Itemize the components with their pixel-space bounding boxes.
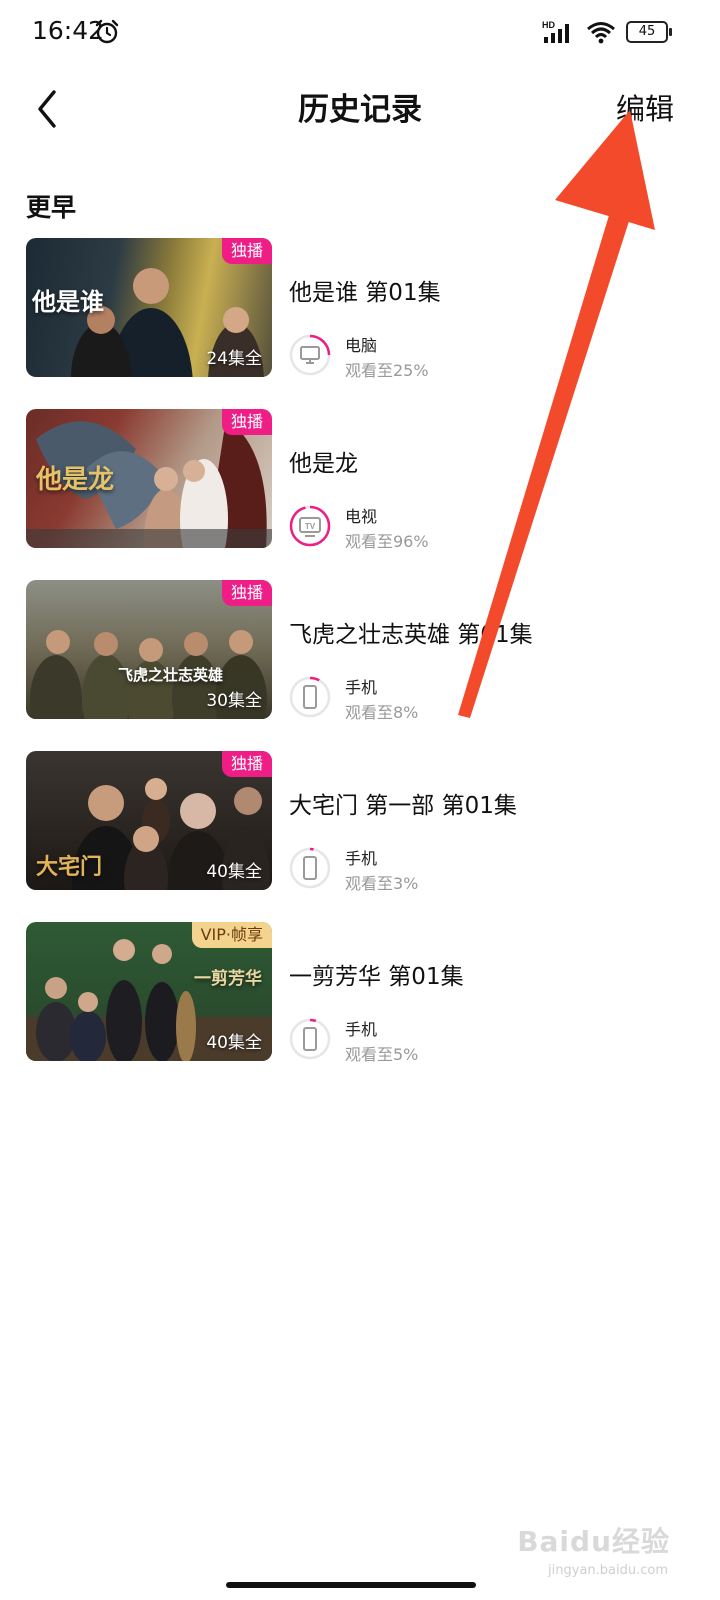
phone-icon (303, 856, 317, 880)
history-item[interactable]: 飞虎之壮志英雄 独播 30集全 飞虎之壮志英雄 第01集 手机 观看至8% (0, 580, 720, 751)
nav-bar: 历史记录 编辑 (0, 64, 720, 154)
history-item[interactable]: 大宅门 独播 40集全 大宅门 第一部 第01集 手机 观看至3% (0, 751, 720, 922)
home-indicator[interactable] (226, 1582, 476, 1588)
status-indicators: HD 45 (542, 18, 672, 46)
battery-indicator: 45 (626, 21, 672, 43)
device-label: 手机 (345, 1020, 378, 1039)
history-item[interactable]: 一剪芳华 VIP·帧享 40集全 一剪芳华 第01集 手机 观看至5% (0, 922, 720, 1093)
watch-progress-text: 观看至3% (345, 874, 419, 893)
poster-title-text: 他是龙 (36, 465, 115, 495)
episode-count: 40集全 (206, 862, 262, 882)
item-title[interactable]: 飞虎之壮志英雄 第01集 (289, 615, 533, 649)
watch-progress-text: 观看至5% (345, 1045, 419, 1064)
poster-thumbnail[interactable]: 一剪芳华 VIP·帧享 40集全 (26, 922, 272, 1061)
phone-icon (303, 685, 317, 709)
watch-progress-text: 观看至8% (345, 703, 419, 722)
watermark-url: jingyan.baidu.com (548, 1563, 668, 1578)
device-progress-ring (289, 676, 331, 718)
svg-text:TV: TV (305, 522, 316, 531)
watermark: Baidu经验 (517, 1525, 670, 1558)
vip-badge: VIP·帧享 (191, 922, 272, 948)
item-title[interactable]: 他是谁 第01集 (289, 273, 441, 307)
phone-icon (303, 1027, 317, 1051)
status-bar: 16:42 HD 45 (0, 0, 720, 64)
page-title: 历史记录 (298, 92, 422, 128)
poster-title-text: 大宅门 (36, 854, 103, 880)
exclusive-badge: 独播 (221, 751, 272, 777)
tv-icon: TV (299, 517, 321, 537)
device-label: 手机 (345, 849, 378, 868)
device-label: 电脑 (345, 336, 378, 355)
poster-title-text: 他是谁 (32, 287, 104, 316)
episode-count: 40集全 (206, 1033, 262, 1053)
network-label: HD (542, 20, 555, 30)
watch-progress-text: 观看至96% (345, 532, 429, 551)
device-progress-ring (289, 847, 331, 889)
wifi-icon (587, 22, 615, 44)
device-progress-ring (289, 1018, 331, 1060)
history-list: 他是谁 独播 24集全 他是谁 第01集 电脑 观看至25% 他是龙 独播 他是… (0, 238, 720, 1093)
section-header-earlier: 更早 (26, 193, 77, 222)
poster-title-text: 一剪芳华 (194, 969, 262, 989)
device-progress-ring: TV (289, 505, 331, 547)
item-title[interactable]: 一剪芳华 第01集 (289, 957, 464, 991)
computer-icon (300, 346, 320, 364)
item-title[interactable]: 他是龙 (289, 444, 358, 478)
poster-thumbnail[interactable]: 他是龙 独播 (26, 409, 272, 548)
cellular-signal-icon: HD (542, 20, 569, 43)
episode-count: 24集全 (206, 349, 262, 369)
item-title[interactable]: 大宅门 第一部 第01集 (289, 786, 517, 820)
poster-thumbnail[interactable]: 他是谁 独播 24集全 (26, 238, 272, 377)
alarm-clock-icon (95, 19, 119, 44)
device-progress-ring (289, 334, 331, 376)
edit-button[interactable]: 编辑 (616, 86, 674, 128)
poster-title-text: 飞虎之壮志英雄 (118, 666, 224, 684)
watch-progress-text: 观看至25% (345, 361, 429, 380)
exclusive-badge: 独播 (221, 409, 272, 435)
history-item[interactable]: 他是谁 独播 24集全 他是谁 第01集 电脑 观看至25% (0, 238, 720, 409)
exclusive-badge: 独播 (221, 238, 272, 264)
device-label: 电视 (345, 507, 378, 526)
episode-count: 30集全 (206, 691, 262, 711)
poster-thumbnail[interactable]: 大宅门 独播 40集全 (26, 751, 272, 890)
poster-thumbnail[interactable]: 飞虎之壮志英雄 独播 30集全 (26, 580, 272, 719)
exclusive-badge: 独播 (221, 580, 272, 606)
device-label: 手机 (345, 678, 378, 697)
history-item[interactable]: 他是龙 独播 他是龙 TV 电视 观看至96% (0, 409, 720, 580)
